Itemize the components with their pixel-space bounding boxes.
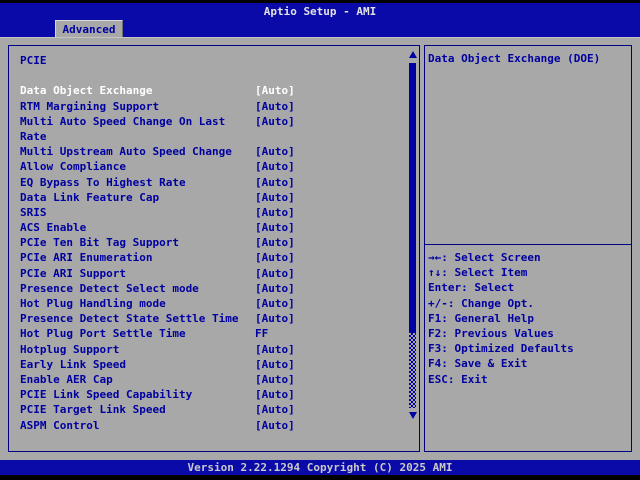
scroll-down-icon[interactable]: [409, 412, 417, 419]
blank-line: [20, 68, 419, 83]
section-title: PCIE: [20, 53, 419, 68]
setting-value: FF: [255, 326, 268, 341]
setting-label: Data Object Exchange: [20, 84, 152, 97]
setting-label: Hotplug Support: [20, 343, 119, 356]
setting-value: [Auto]: [255, 281, 295, 296]
setting-row[interactable]: PCIe Ten Bit Tag Support [Auto]: [20, 235, 419, 250]
setting-row[interactable]: SRIS [Auto]: [20, 205, 419, 220]
setting-label: PCIe ARI Support: [20, 267, 126, 280]
setting-value: [Auto]: [255, 387, 295, 402]
setting-row[interactable]: Multi Upstream Auto Speed Change [Auto]: [20, 144, 419, 159]
setting-row[interactable]: ASPM Control [Auto]: [20, 418, 419, 433]
hotkey-hint: F4: Save & Exit: [428, 356, 628, 371]
setting-label: PCIe ARI Enumeration: [20, 251, 152, 264]
scrollbar[interactable]: [409, 50, 417, 449]
hotkey-hint: ↑↓: Select Item: [428, 265, 628, 280]
setting-row[interactable]: Hot Plug Port Settle Time FF: [20, 326, 419, 341]
setting-row[interactable]: Presence Detect State Settle Time [Auto]: [20, 311, 419, 326]
setting-value: [Auto]: [255, 342, 295, 357]
hotkey-hint: ESC: Exit: [428, 372, 628, 387]
setting-row-continuation: Rate: [20, 129, 419, 144]
menu-bar: Advanced: [0, 20, 640, 37]
tab-advanced[interactable]: Advanced: [55, 20, 123, 37]
setting-row[interactable]: Data Link Feature Cap [Auto]: [20, 190, 419, 205]
setting-value: [Auto]: [255, 311, 295, 326]
setting-value: [Auto]: [255, 372, 295, 387]
setting-row[interactable]: PCIE Link Speed Capability [Auto]: [20, 387, 419, 402]
setting-row[interactable]: PCIE Target Link Speed [Auto]: [20, 402, 419, 417]
hotkey-hint: F2: Previous Values: [428, 326, 628, 341]
setting-row[interactable]: Enable AER Cap [Auto]: [20, 372, 419, 387]
hotkey-legend: →←: Select Screen ↑↓: Select Item Enter:…: [425, 245, 631, 387]
setting-label: Hot Plug Handling mode: [20, 297, 166, 310]
setting-row[interactable]: PCIe ARI Enumeration [Auto]: [20, 250, 419, 265]
setting-row[interactable]: Presence Detect Select mode [Auto]: [20, 281, 419, 296]
setting-row[interactable]: ACS Enable [Auto]: [20, 220, 419, 235]
scrollbar-track[interactable]: [409, 333, 416, 408]
setting-value: [Auto]: [255, 418, 295, 433]
setting-row[interactable]: Early Link Speed [Auto]: [20, 357, 419, 372]
setting-label: Allow Compliance: [20, 160, 126, 173]
setting-row[interactable]: Multi Auto Speed Change On Last [Auto]: [20, 114, 419, 129]
setting-value: [Auto]: [255, 175, 295, 190]
bios-screen: Aptio Setup - AMI Advanced PCIE Data Obj…: [0, 3, 640, 475]
setting-row[interactable]: RTM Margining Support [Auto]: [20, 99, 419, 114]
setting-row[interactable]: PCIe ARI Support [Auto]: [20, 266, 419, 281]
setting-value: [Auto]: [255, 250, 295, 265]
scrollbar-thumb[interactable]: [409, 63, 416, 333]
setting-value: [Auto]: [255, 402, 295, 417]
setting-label: Presence Detect State Settle Time: [20, 312, 239, 325]
setting-value: [Auto]: [255, 235, 295, 250]
setting-label: Rate: [20, 130, 47, 143]
setting-value: [Auto]: [255, 220, 295, 235]
settings-panel: PCIE Data Object Exchange [Auto] RTM Mar…: [8, 45, 420, 452]
main-area: PCIE Data Object Exchange [Auto] RTM Mar…: [0, 37, 640, 460]
hotkey-hint: →←: Select Screen: [428, 250, 628, 265]
setting-label: Data Link Feature Cap: [20, 191, 159, 204]
setting-label: RTM Margining Support: [20, 100, 159, 113]
setting-row[interactable]: EQ Bypass To Highest Rate [Auto]: [20, 175, 419, 190]
scroll-up-icon[interactable]: [409, 51, 417, 58]
window-title: Aptio Setup - AMI: [0, 3, 640, 20]
setting-value: [Auto]: [255, 114, 295, 129]
setting-value: [Auto]: [255, 190, 295, 205]
setting-label: PCIe Ten Bit Tag Support: [20, 236, 179, 249]
setting-value: [Auto]: [255, 296, 295, 311]
setting-value: [Auto]: [255, 357, 295, 372]
setting-label: Multi Auto Speed Change On Last: [20, 115, 225, 128]
setting-label: PCIE Link Speed Capability: [20, 388, 192, 401]
setting-label: Early Link Speed: [20, 358, 126, 371]
setting-label: PCIE Target Link Speed: [20, 403, 166, 416]
help-text: Data Object Exchange (DOE): [425, 46, 631, 245]
hotkey-hint: Enter: Select: [428, 280, 628, 295]
setting-row[interactable]: Allow Compliance [Auto]: [20, 159, 419, 174]
setting-row[interactable]: Hot Plug Handling mode [Auto]: [20, 296, 419, 311]
hotkey-hint: +/-: Change Opt.: [428, 296, 628, 311]
setting-value: [Auto]: [255, 205, 295, 220]
setting-row[interactable]: Hotplug Support [Auto]: [20, 342, 419, 357]
setting-value: [Auto]: [255, 99, 295, 114]
hotkey-hint: F1: General Help: [428, 311, 628, 326]
setting-label: ACS Enable: [20, 221, 86, 234]
setting-label: SRIS: [20, 206, 47, 219]
setting-label: EQ Bypass To Highest Rate: [20, 176, 186, 189]
setting-label: ASPM Control: [20, 419, 99, 432]
setting-value: [Auto]: [255, 144, 295, 159]
setting-label: Hot Plug Port Settle Time: [20, 327, 186, 340]
setting-value: [Auto]: [255, 83, 295, 98]
help-panel: Data Object Exchange (DOE) →←: Select Sc…: [424, 45, 632, 452]
setting-value: [Auto]: [255, 266, 295, 281]
setting-value: [Auto]: [255, 159, 295, 174]
setting-row[interactable]: Data Object Exchange [Auto]: [20, 83, 419, 98]
version-bar: Version 2.22.1294 Copyright (C) 2025 AMI: [0, 460, 640, 475]
setting-label: Presence Detect Select mode: [20, 282, 199, 295]
setting-label: Enable AER Cap: [20, 373, 113, 386]
setting-label: Multi Upstream Auto Speed Change: [20, 145, 232, 158]
hotkey-hint: F3: Optimized Defaults: [428, 341, 628, 356]
